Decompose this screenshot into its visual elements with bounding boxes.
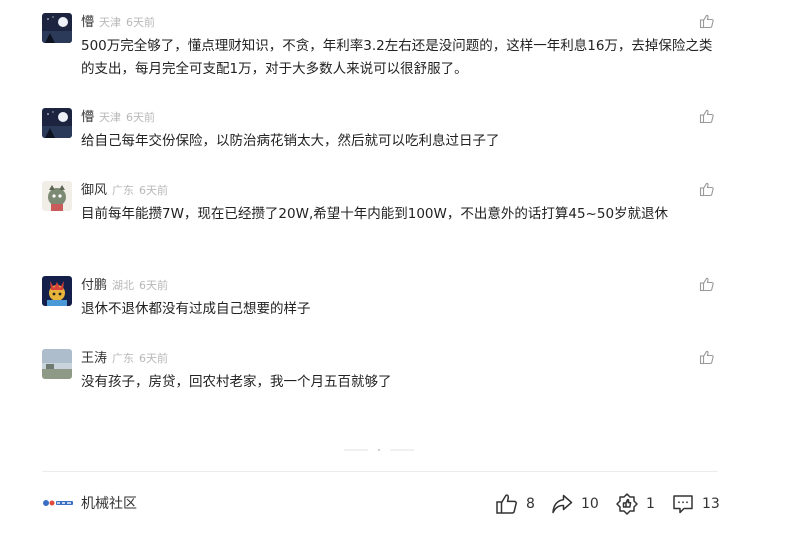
share-button[interactable]: 10 (550, 492, 599, 516)
comment-item: 御风 广东 6天前 目前每年能攒7W，现在已经攒了20W,希望十年内能到100W，不… (42, 181, 718, 251)
like-count: 8 (526, 496, 535, 512)
thumbs-up-icon[interactable] (699, 276, 715, 292)
comment-item: 懵天津 6天前 给自己每年交份保险，以防治病花销太大，然后就可以吃利息过日子了 (42, 108, 718, 154)
timestamp: 6天前 (126, 16, 156, 29)
location: 天津 (99, 111, 122, 124)
comment-text: 500万完全够了，懂点理财知识，不贪，年利率3.2左右还是没问题的，这样一年利息… (81, 38, 713, 77)
comment-button[interactable]: 13 (671, 492, 720, 516)
thumbs-up-icon[interactable] (699, 349, 715, 365)
comment-meta: 懵天津 6天前 (81, 108, 156, 125)
end-of-list-divider (344, 436, 414, 451)
comment-meta: 懵天津 6天前 (81, 13, 156, 30)
comment-meta: 王涛 广东 6天前 (81, 349, 169, 366)
timestamp: 6天前 (139, 184, 169, 197)
comment-text: 给自己每年交份保险，以防治病花销太大，然后就可以吃利息过日子了 (81, 133, 500, 149)
timestamp: 6天前 (139, 352, 169, 365)
location: 天津 (99, 16, 122, 29)
user-avatar[interactable] (42, 276, 72, 306)
user-avatar[interactable] (42, 13, 72, 43)
comment-item: 懵天津 6天前 500万完全够了，懂点理财知识，不贪，年利率3.2左右还是没问题的… (42, 13, 718, 83)
comment-text: 退休不退休都没有过成自己想要的样子 (81, 301, 311, 317)
comment-meta: 付鹏 湖北 6天前 (81, 276, 169, 293)
timestamp: 6天前 (126, 111, 156, 124)
footer-bar: 机械社区 8 10 1 13 (42, 488, 720, 520)
username[interactable]: 懵 (81, 15, 94, 30)
comment-meta: 御风 广东 6天前 (81, 181, 169, 198)
location: 广东 (112, 352, 135, 365)
user-avatar[interactable] (42, 108, 72, 138)
recommend-count: 1 (646, 496, 655, 512)
comment-text: 目前每年能攒7W，现在已经攒了20W,希望十年内能到100W，不出意外的话打算4… (81, 206, 669, 222)
location: 湖北 (112, 279, 135, 292)
thumbs-up-icon (496, 494, 517, 514)
recommend-button[interactable]: 1 (615, 492, 655, 516)
username[interactable]: 付鹏 (81, 278, 107, 293)
like-button[interactable]: 8 (495, 492, 535, 516)
username[interactable]: 懵 (81, 110, 94, 125)
comment-item: 王涛 广东 6天前 没有孩子，房贷，回农村老家，我一个月五百就够了 (42, 349, 718, 395)
comment-text: 没有孩子，房贷，回农村老家，我一个月五百就够了 (81, 374, 392, 390)
comment-item: 付鹏 湖北 6天前 退休不退休都没有过成自己想要的样子 (42, 276, 718, 322)
footer-divider (42, 471, 718, 472)
comment-icon (673, 495, 693, 514)
timestamp: 6天前 (139, 279, 169, 292)
location: 广东 (112, 184, 135, 197)
user-avatar[interactable] (42, 181, 72, 211)
thumbs-up-icon[interactable] (699, 181, 715, 197)
brand-logo-icon[interactable] (42, 495, 74, 511)
username[interactable]: 御风 (81, 183, 107, 198)
share-count: 10 (581, 496, 599, 512)
share-icon (552, 494, 573, 514)
thumbs-up-icon[interactable] (699, 108, 715, 124)
user-avatar[interactable] (42, 349, 72, 379)
username[interactable]: 王涛 (81, 351, 107, 366)
thumbs-up-icon[interactable] (699, 13, 715, 29)
comment-count: 13 (702, 496, 720, 512)
recommend-icon (616, 493, 638, 515)
brand-name[interactable]: 机械社区 (81, 494, 137, 514)
